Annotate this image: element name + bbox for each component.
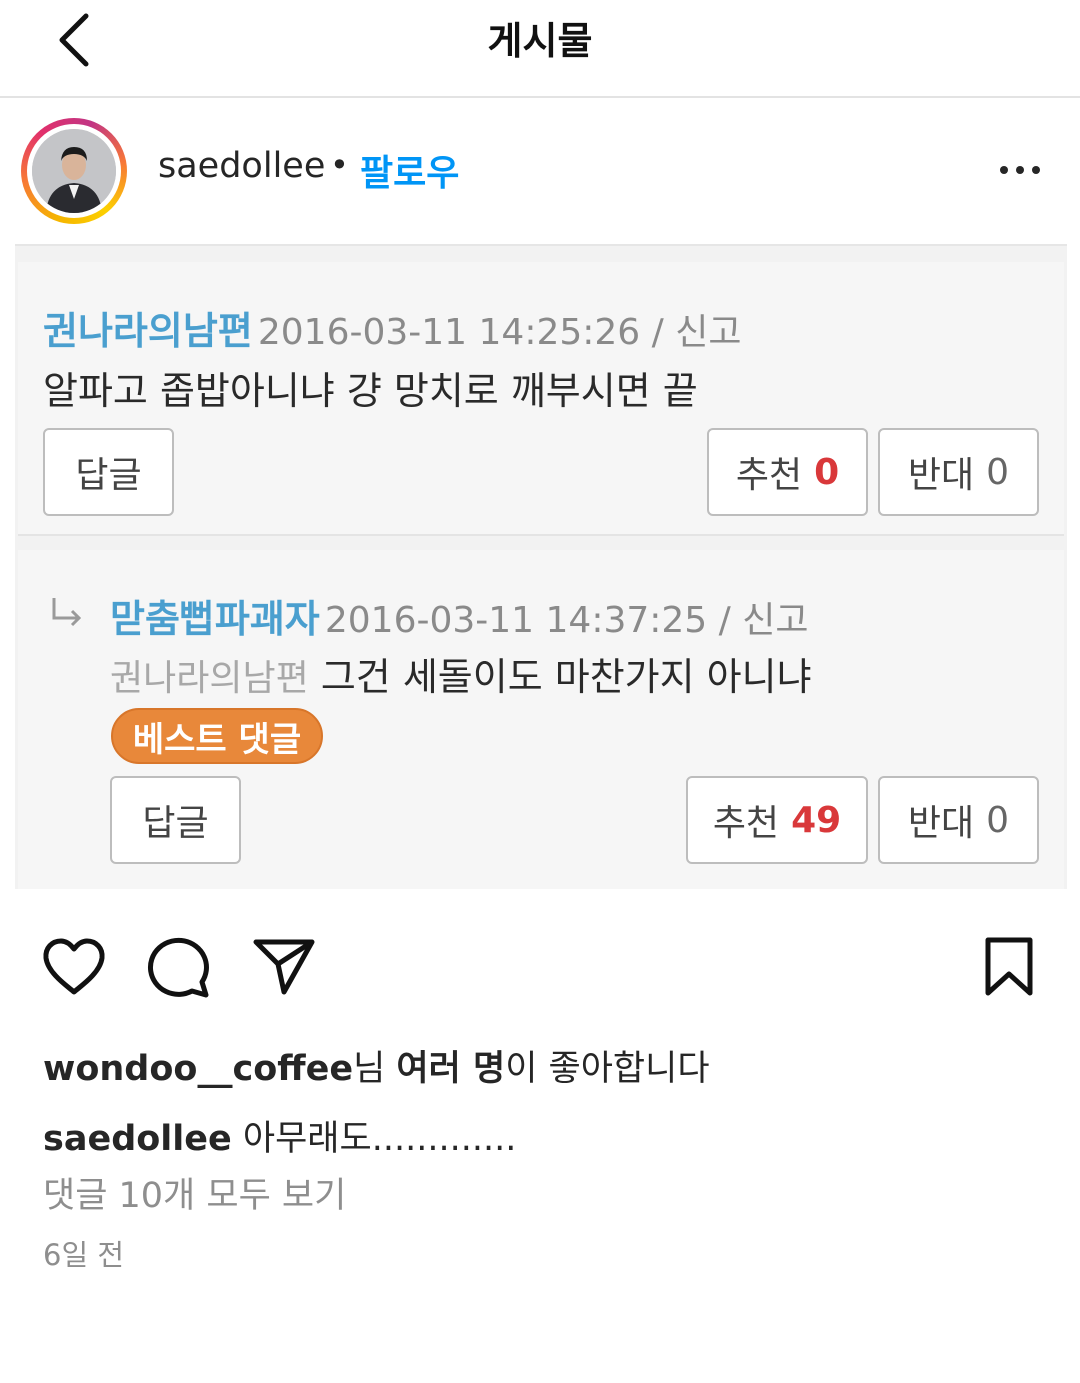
upvote-count: 49 [791, 799, 842, 841]
upvote-button: 추천 0 [707, 428, 868, 516]
downvote-count: 0 [986, 799, 1010, 841]
downvote-count: 0 [986, 451, 1010, 493]
upvote-count: 0 [814, 451, 840, 493]
comment-author: 맏춤뻡파괘자 [110, 597, 320, 641]
caption-username[interactable]: saedollee [43, 1119, 232, 1159]
send-icon[interactable] [252, 936, 316, 996]
reply-button: 답글 [110, 776, 241, 864]
follow-button[interactable]: 팔로우 [360, 144, 459, 196]
embedded-comment: 권나라의남편 2016-03-11 14:25:26 / 신고 알파고 좁밥아니… [18, 262, 1064, 536]
post-image[interactable]: 권나라의남편 2016-03-11 14:25:26 / 신고 알파고 좁밥아니… [15, 244, 1067, 889]
upvote-button: 추천 49 [686, 776, 868, 864]
comment-icon[interactable] [146, 936, 212, 998]
comment-meta: 2016-03-11 14:37:25 / 신고 [324, 600, 809, 641]
downvote-button: 반대 0 [878, 428, 1039, 516]
top-bar: 게시물 [0, 0, 1080, 98]
more-horizontal-icon[interactable] [995, 150, 1045, 190]
best-comment-badge: 베스트 댓글 [111, 708, 323, 764]
post-username[interactable]: saedollee [158, 146, 325, 186]
caption: saedollee 아무래도............. [43, 1110, 516, 1161]
embedded-reply: 맏춤뻡파괘자 2016-03-11 14:37:25 / 신고 권나라의남편 그… [18, 550, 1064, 889]
post-timestamp: 6일 전 [43, 1238, 125, 1272]
likes-summary[interactable]: wondoo__coffee님 여러 명이 좋아합니다 [43, 1040, 710, 1091]
reply-button: 답글 [43, 428, 174, 516]
avatar[interactable] [21, 118, 127, 224]
reply-arrow-icon [52, 598, 82, 627]
bookmark-icon[interactable] [982, 936, 1036, 998]
caption-text: 아무래도............. [231, 1119, 517, 1159]
page-title: 게시물 [487, 19, 593, 63]
heart-icon[interactable] [42, 938, 106, 996]
comment-meta: 2016-03-11 14:25:26 / 신고 [257, 312, 742, 353]
view-all-comments-link[interactable]: 댓글 10개 모두 보기 [43, 1167, 346, 1218]
comment-text: 권나라의남편 그건 세돌이도 마찬가지 아니냐 [110, 655, 812, 699]
liked-by-user[interactable]: wondoo__coffee [43, 1049, 353, 1089]
comment-author: 권나라의남편 [43, 309, 253, 353]
comment-text: 알파고 좁밥아니냐 걍 망치로 깨부시면 끝 [43, 369, 698, 413]
downvote-button: 반대 0 [878, 776, 1039, 864]
reply-mention: 권나라의남편 [110, 658, 309, 699]
profile-photo [32, 129, 116, 213]
separator-dot: • [330, 146, 349, 184]
